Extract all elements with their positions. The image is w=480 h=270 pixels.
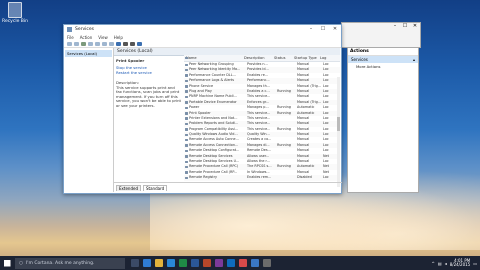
menu-file[interactable]: File bbox=[67, 35, 74, 40]
back-icon[interactable] bbox=[67, 41, 72, 46]
volume-icon[interactable]: ◂ bbox=[445, 261, 447, 266]
actions-section-label: Services bbox=[351, 57, 368, 62]
more-actions-link[interactable]: More Actions bbox=[348, 63, 418, 70]
pause-service-icon[interactable] bbox=[130, 41, 135, 46]
column-log-on-as[interactable]: Log bbox=[320, 55, 334, 61]
restart-service-link[interactable]: Restart the service bbox=[116, 70, 181, 75]
services-content: Services (Local) Print Spooler Stop the … bbox=[114, 48, 342, 192]
tab-extended[interactable]: Extended bbox=[116, 185, 141, 191]
start-service-icon[interactable] bbox=[116, 41, 121, 46]
taskbar: ○ I'm Cortana. Ask me anything. ^ ▤ ◂ 4:… bbox=[0, 256, 480, 270]
show-tree-icon[interactable] bbox=[81, 41, 86, 46]
actions-panel: Actions Services ▴ More Actions bbox=[347, 47, 419, 193]
window-title: Services bbox=[75, 27, 94, 32]
clock-date: 8/24/2015 bbox=[449, 262, 471, 267]
outlook-icon[interactable] bbox=[227, 259, 235, 267]
onenote-icon[interactable] bbox=[215, 259, 223, 267]
description-text: This service supports print and fax func… bbox=[116, 84, 181, 108]
export-icon[interactable] bbox=[95, 41, 100, 46]
edge-icon[interactable] bbox=[143, 259, 151, 267]
title-bar[interactable]: Services – ☐ ✕ bbox=[64, 25, 341, 34]
start-button[interactable] bbox=[0, 256, 14, 270]
tab-standard[interactable]: Standard bbox=[143, 185, 168, 191]
menu-help[interactable]: Help bbox=[114, 35, 123, 40]
action-center-icon[interactable]: ▭ bbox=[473, 261, 477, 266]
selected-service-name: Print Spooler bbox=[116, 58, 145, 63]
column-startup-type[interactable]: Startup Type bbox=[294, 55, 320, 61]
excel-icon[interactable] bbox=[179, 259, 187, 267]
notifications-chevron-icon[interactable]: ^ bbox=[432, 261, 435, 266]
app-icon-blue[interactable] bbox=[251, 259, 259, 267]
service-log-on: Loc bbox=[323, 175, 329, 180]
service-status bbox=[277, 175, 297, 180]
collapse-icon[interactable]: ▴ bbox=[413, 57, 415, 62]
recycle-bin-icon bbox=[8, 2, 22, 18]
task-view-icon[interactable] bbox=[131, 259, 139, 267]
word-icon[interactable] bbox=[191, 259, 199, 267]
powerpoint-icon[interactable] bbox=[203, 259, 211, 267]
app-icon-red[interactable] bbox=[239, 259, 247, 267]
stop-service-icon[interactable] bbox=[123, 41, 128, 46]
services-list: Name Description Status Startup Type Log… bbox=[184, 55, 340, 182]
services-taskbar-icon[interactable] bbox=[263, 259, 271, 267]
system-tray: ^ ▤ ◂ 4:01 PM 8/24/2015 ▭ bbox=[432, 258, 480, 268]
clock[interactable]: 4:01 PM 8/24/2015 bbox=[449, 258, 471, 268]
cortana-search-box[interactable]: ○ I'm Cortana. Ask me anything. bbox=[15, 257, 125, 269]
recycle-bin-label: Recycle Bin bbox=[2, 19, 28, 24]
minimize-button[interactable]: – bbox=[305, 25, 317, 34]
file-explorer-icon[interactable] bbox=[155, 259, 163, 267]
service-startup-type: Disabled bbox=[297, 175, 312, 180]
background-window[interactable]: – ☐ ✕ bbox=[341, 22, 421, 48]
toolbar bbox=[64, 40, 341, 48]
close-button[interactable]: ✕ bbox=[329, 25, 341, 34]
recycle-bin-shortcut[interactable]: Recycle Bin bbox=[2, 2, 28, 24]
services-window: Services – ☐ ✕ File Action View Help Ser… bbox=[63, 24, 342, 194]
network-icon[interactable]: ▤ bbox=[438, 261, 442, 266]
minimize-icon[interactable]: – bbox=[390, 23, 400, 30]
list-body: Peer Networking Grouping Provides n... Man… bbox=[184, 62, 340, 181]
search-placeholder: I'm Cortana. Ask me anything. bbox=[25, 260, 95, 266]
restart-service-icon[interactable] bbox=[137, 41, 142, 46]
vertical-scrollbar[interactable] bbox=[337, 77, 340, 187]
service-name: Remote Registry bbox=[184, 175, 247, 180]
list-header: Name Description Status Startup Type Log bbox=[184, 55, 340, 62]
service-description: Enables rem... bbox=[247, 175, 272, 180]
store-icon[interactable] bbox=[167, 259, 175, 267]
search-icon: ○ bbox=[19, 260, 23, 266]
maximize-button[interactable]: ☐ bbox=[317, 25, 329, 34]
help-icon[interactable] bbox=[102, 41, 107, 46]
properties-icon[interactable] bbox=[109, 41, 114, 46]
menu-action[interactable]: Action bbox=[80, 35, 93, 40]
windows-logo-icon bbox=[3, 259, 11, 267]
taskbar-apps bbox=[131, 259, 271, 267]
actions-section-services[interactable]: Services ▴ bbox=[348, 56, 418, 63]
actions-header: Actions bbox=[348, 48, 418, 56]
table-row[interactable]: Remote Registry Enables rem... Disabled Loc bbox=[184, 175, 340, 181]
column-status[interactable]: Status bbox=[274, 55, 294, 61]
scrollbar-thumb[interactable] bbox=[337, 117, 340, 131]
close-icon[interactable]: ✕ bbox=[410, 23, 420, 30]
forward-icon[interactable] bbox=[74, 41, 79, 46]
services-app-icon bbox=[67, 27, 72, 32]
console-tree: Services (Local) bbox=[64, 48, 114, 192]
column-name[interactable]: Name bbox=[184, 55, 244, 61]
menu-view[interactable]: View bbox=[98, 35, 108, 40]
column-description[interactable]: Description bbox=[244, 55, 274, 61]
view-tabs: Extended Standard bbox=[114, 182, 342, 191]
maximize-icon[interactable]: ☐ bbox=[400, 23, 410, 30]
refresh-icon[interactable] bbox=[88, 41, 93, 46]
tree-item-services-local[interactable]: Services (Local) bbox=[65, 50, 112, 57]
service-description-pane: Print Spooler Stop the service Restart t… bbox=[114, 55, 183, 182]
